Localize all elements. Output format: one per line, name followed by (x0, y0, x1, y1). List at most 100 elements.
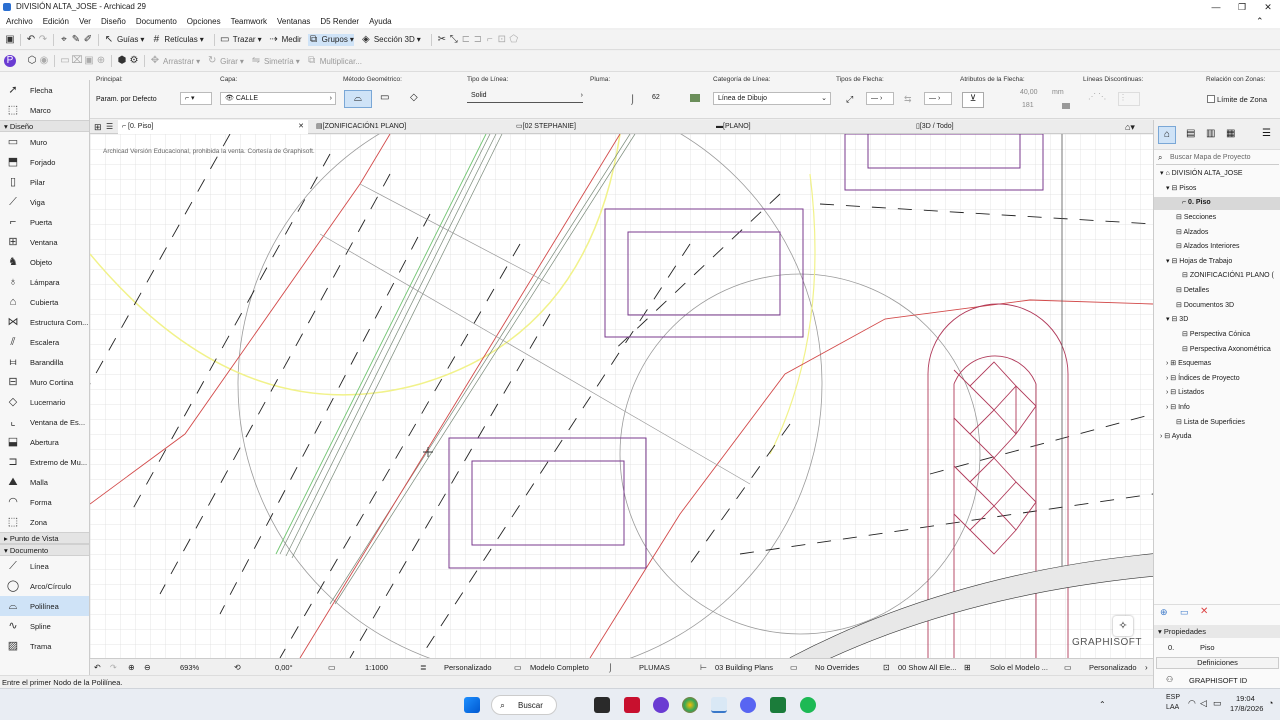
syringe-icon[interactable]: ✐ (82, 34, 94, 46)
tool-cubierta[interactable]: ⌂ Cubierta (0, 292, 89, 312)
split-icon[interactable]: ⊐ (472, 34, 484, 46)
structural-function[interactable]: Solo el Modelo ... (990, 663, 1048, 672)
properties-header[interactable]: ▾ Propiedades (1154, 625, 1280, 638)
line-icon-selector[interactable]: ⌐ ▾ (180, 92, 212, 105)
chrome-icon[interactable] (682, 697, 698, 713)
dash-icon-1[interactable]: ⋰ ⋱ (1088, 92, 1106, 101)
angle-value[interactable]: 0,00° (275, 663, 293, 672)
tab-0-piso[interactable]: ⌐ [0. Piso] ✕ (118, 120, 308, 134)
object-cube-icon[interactable]: ⬢ (116, 55, 128, 67)
tool-objeto[interactable]: ♞ Objeto (0, 252, 89, 272)
minimize-icon[interactable]: — (1203, 0, 1229, 14)
tool-forjado[interactable]: ⬒ Forjado (0, 152, 89, 172)
offset-icon[interactable]: ⊡ (496, 34, 508, 46)
graphisoft-id[interactable]: GRAPHISOFT ID (1189, 676, 1247, 685)
menu-ventanas[interactable]: Ventanas (277, 17, 310, 26)
nav-item-hojas-trabajo[interactable]: ▾ ⊟ Hojas de Trabajo (1166, 257, 1232, 265)
eyedropper-icon[interactable]: ✎ (70, 34, 82, 46)
nav-item-zonificacion[interactable]: ⊟ ZONIFICACIÓN1 PLANO ( (1182, 271, 1274, 279)
renovation-filter[interactable]: 00 Show All Ele... (898, 663, 956, 672)
grid-view-icon[interactable]: ⊞ (94, 120, 102, 134)
menu-edicion[interactable]: Edición (43, 17, 69, 26)
multiply-button[interactable]: ⧉ Multiplicar... (306, 55, 362, 67)
pick-icon[interactable]: ⌖ (58, 34, 70, 46)
polyline-method-icon[interactable]: ⌓ (344, 90, 372, 108)
tool-malla[interactable]: ⛰ Malla (0, 472, 89, 492)
tool-zona[interactable]: ⬚ Zona (0, 512, 89, 532)
undo-view-icon[interactable]: ↶ (94, 663, 101, 672)
camera-icon[interactable]: ▭ (59, 55, 71, 67)
menu-archivo[interactable]: Archivo (6, 17, 33, 26)
tool-muro[interactable]: ▭ Muro (0, 132, 89, 152)
render-icon[interactable]: ◉ (38, 55, 50, 67)
grids-button[interactable]: # Retículas ▾ (150, 34, 204, 46)
zone-boundary-checkbox[interactable] (1207, 95, 1215, 103)
tab-stephanie[interactable]: ▭[02 STEPHANIE] (512, 120, 576, 134)
project-map-icon[interactable]: ⌂ (1158, 126, 1176, 144)
arrow-style-icon[interactable]: ⊻ (962, 92, 984, 108)
drag-button[interactable]: ✥ Arrastrar ▾ (149, 55, 200, 67)
adjust-icon[interactable]: ⤡ (448, 34, 460, 46)
clock-date[interactable]: 17/8/2026 (1230, 704, 1263, 713)
tool-linea[interactable]: ⟋ Línea (0, 556, 89, 576)
layer-dropdown[interactable]: 👁 CALLE › (220, 92, 336, 105)
arrow-pen-swatch[interactable] (1062, 103, 1070, 109)
save-icon[interactable]: ▣ (4, 34, 16, 46)
tool-muro-cortina[interactable]: ⊟ Muro Cortina (0, 372, 89, 392)
menu-documento[interactable]: Documento (136, 17, 177, 26)
arrow-start-dropdown[interactable]: — › (866, 92, 894, 105)
scale-value[interactable]: 1:1000 (365, 663, 388, 672)
menu-teamwork[interactable]: Teamwork (231, 17, 267, 26)
guides-button[interactable]: ↖ Guías ▾ (103, 34, 145, 46)
tool-pilar[interactable]: ▯ Pilar (0, 172, 89, 192)
app-icon-1[interactable] (594, 697, 610, 713)
language-label[interactable]: ESP (1166, 694, 1180, 701)
tool-forma[interactable]: ◠ Forma (0, 492, 89, 512)
line-type-dropdown[interactable]: Solid › (467, 90, 583, 103)
archicad-taskbar-icon[interactable] (711, 697, 727, 713)
globe-icon[interactable]: ⊕ (95, 55, 107, 67)
dimension-standard[interactable]: Personalizado (1089, 663, 1137, 672)
close-icon[interactable]: ✕ (1255, 0, 1280, 14)
tab-zonificacion[interactable]: ▤[ZONIFICACIÓN1 PLANO] (312, 120, 406, 134)
nav-item-info[interactable]: › ⊟ Info (1166, 403, 1190, 411)
spotify-icon[interactable] (800, 697, 816, 713)
nav-item-documentos-3d[interactable]: ⊟ Documentos 3D (1176, 301, 1234, 309)
tool-barandilla[interactable]: ⧦ Barandilla (0, 352, 89, 372)
plugin-p-icon[interactable]: P (4, 55, 16, 67)
tool-spline[interactable]: ∿ Spline (0, 616, 89, 636)
measure-button[interactable]: ⇢ Medir (268, 34, 301, 46)
section-documento[interactable]: ▾ Documento (0, 544, 89, 556)
status-overflow-icon[interactable]: › (1145, 663, 1148, 672)
definitions-button[interactable]: Definiciones (1156, 657, 1279, 669)
pen-color-swatch[interactable] (690, 94, 700, 102)
arrow-swap-icon[interactable]: ⇆ (904, 94, 912, 105)
rectangle-method-icon[interactable]: ▭ (380, 92, 389, 103)
nav-item-perspectiva-conica[interactable]: ⊟ Perspectiva Cónica (1182, 330, 1250, 338)
section-diseno[interactable]: ▾ Diseño (0, 120, 89, 132)
tool-escalera[interactable]: ⫽ Escalera (0, 332, 89, 352)
tool-puerta[interactable]: ⌐ Puerta (0, 212, 89, 232)
navigator-menu-icon[interactable]: ☰ (1262, 128, 1271, 139)
tool-arco[interactable]: ◯ Arco/Círculo (0, 576, 89, 596)
list-view-icon[interactable]: ☰ (106, 120, 113, 134)
3d-box-icon[interactable]: ⬡ (26, 55, 38, 67)
arrow-diagonal-icon[interactable]: ⤢ (846, 94, 853, 105)
tool-viga[interactable]: ⟋ Viga (0, 192, 89, 212)
rotate-button[interactable]: ↻ Girar ▾ (206, 55, 244, 67)
zoom-in-icon[interactable]: ⊕ (128, 663, 135, 672)
model-view-option[interactable]: Modelo Completo (530, 663, 589, 672)
intersect-icon[interactable]: ⬠ (508, 34, 520, 46)
notification-bell-icon[interactable]: ◔ (1268, 698, 1273, 708)
arrow-size-value[interactable]: 40,00 (1020, 89, 1038, 96)
section3d-button[interactable]: ◈ Sección 3D ▾ (360, 34, 421, 46)
menu-ver[interactable]: Ver (79, 17, 91, 26)
fillet-icon[interactable]: ⌐ (484, 34, 496, 46)
photo-icon[interactable]: ⌧ (71, 55, 83, 67)
tool-lampara[interactable]: ♁ Lámpara (0, 272, 89, 292)
pen-number-field[interactable]: 62 (648, 92, 678, 105)
tab-overflow-icon[interactable]: ⌂▾ (1125, 120, 1135, 134)
view-map-icon[interactable]: ▤ (1186, 128, 1195, 139)
tray-chevron-icon[interactable]: ⌃ (1099, 700, 1106, 709)
navigation-compass-icon[interactable]: ✧ (1113, 616, 1133, 636)
